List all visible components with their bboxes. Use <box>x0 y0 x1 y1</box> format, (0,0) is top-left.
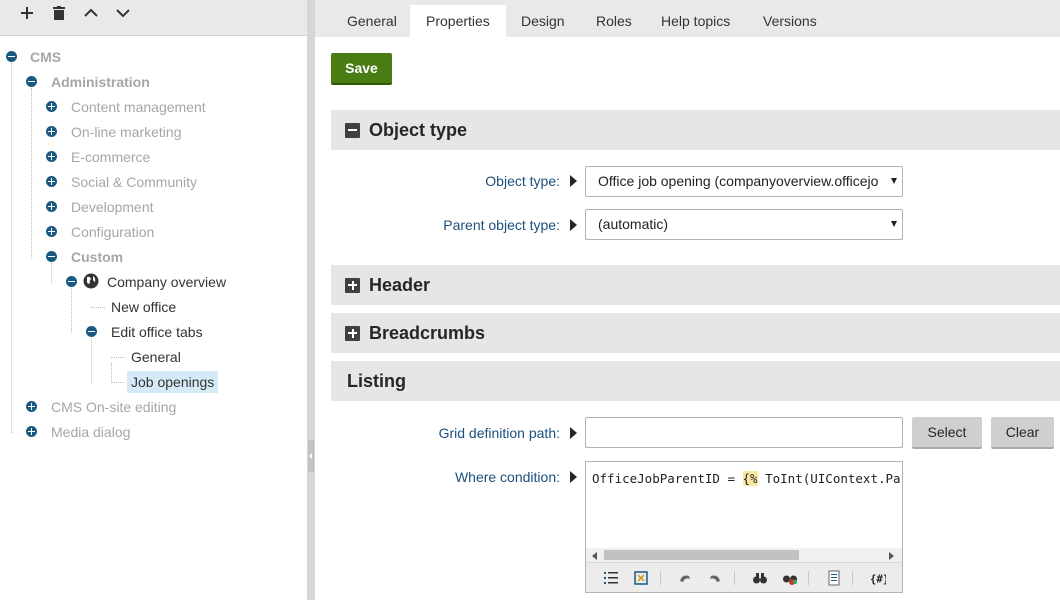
tree-node-online-marketing[interactable]: On-line marketing <box>71 121 182 143</box>
collapse-icon[interactable] <box>86 326 97 337</box>
grid-definition-path-input[interactable] <box>585 417 903 448</box>
panel-splitter[interactable] <box>307 0 315 600</box>
horizontal-scrollbar[interactable] <box>586 548 902 562</box>
dropdown-arrow-icon <box>891 221 897 227</box>
tree-node-cms-onsite-editing[interactable]: CMS On-site editing <box>51 396 176 418</box>
expand-icon[interactable] <box>26 401 37 412</box>
highlight-icon[interactable] <box>633 570 649 586</box>
collapse-section-icon[interactable] <box>345 123 360 138</box>
where-condition-editor[interactable]: OfficeJobParentID = {% ToInt(UIContext.P… <box>585 461 903 593</box>
expand-icon[interactable] <box>46 226 57 237</box>
section-title: Breadcrumbs <box>369 323 486 343</box>
tab-help-topics[interactable]: Help topics <box>645 5 746 37</box>
tree-node-development[interactable]: Development <box>71 196 154 218</box>
tree-view: CMS Administration Content management On… <box>0 37 307 600</box>
chevron-up-icon[interactable] <box>78 0 104 26</box>
expand-section-icon[interactable] <box>345 278 360 293</box>
tab-bar: General Properties Design Roles Help top… <box>315 0 1060 37</box>
select-button[interactable]: Select <box>912 417 982 449</box>
tree-node-media-dialog[interactable]: Media dialog <box>51 421 130 443</box>
breadcrumbs-section-header[interactable]: Breadcrumbs <box>331 313 1060 353</box>
scroll-right-icon[interactable] <box>889 552 894 560</box>
globe-icon <box>83 273 99 289</box>
svg-text:{#}: {#} <box>870 572 886 585</box>
tree-node-content-management[interactable]: Content management <box>71 96 206 118</box>
editor-toolbar: {#} <box>586 562 902 592</box>
save-button[interactable]: Save <box>331 53 392 85</box>
tree-node-administration[interactable]: Administration <box>51 71 150 93</box>
info-arrow-icon[interactable] <box>570 175 577 187</box>
tab-versions[interactable]: Versions <box>747 5 833 37</box>
tree-node-cms[interactable]: CMS <box>30 46 61 68</box>
tree-node-custom[interactable]: Custom <box>71 246 123 268</box>
expand-icon[interactable] <box>46 176 57 187</box>
redo-icon[interactable] <box>707 570 723 586</box>
collapse-icon[interactable] <box>46 251 57 262</box>
splitter-handle[interactable] <box>308 440 314 472</box>
collapse-icon[interactable] <box>6 51 17 62</box>
tab-design[interactable]: Design <box>505 5 581 37</box>
undo-icon[interactable] <box>677 570 693 586</box>
expand-icon[interactable] <box>46 151 57 162</box>
section-title: Object type <box>369 120 468 140</box>
info-arrow-icon[interactable] <box>570 471 577 483</box>
tree-node-ecommerce[interactable]: E-commerce <box>71 146 150 168</box>
tab-general[interactable]: General <box>331 5 413 37</box>
plus-icon[interactable] <box>14 0 40 26</box>
tree-node-company-overview[interactable]: Company overview <box>107 271 226 293</box>
properties-form: Save Object type Object type: Office job… <box>315 37 1060 600</box>
tree-node-general[interactable]: General <box>131 346 181 368</box>
header-section-header[interactable]: Header <box>331 265 1060 305</box>
trash-icon[interactable] <box>46 0 72 26</box>
document-icon[interactable] <box>826 570 842 586</box>
tree-panel: CMS Administration Content management On… <box>0 0 307 600</box>
grid-definition-path-label: Grid definition path: <box>438 425 560 441</box>
object-type-select[interactable]: Office job opening (companyoverview.offi… <box>585 166 903 197</box>
clear-button[interactable]: Clear <box>991 417 1054 449</box>
code-text[interactable]: OfficeJobParentID = {% ToInt(UIContext.P… <box>592 471 901 486</box>
line-numbers-icon[interactable] <box>603 570 619 586</box>
collapse-icon[interactable] <box>66 276 77 287</box>
expand-section-icon[interactable] <box>345 326 360 341</box>
tree-node-social-community[interactable]: Social & Community <box>71 171 197 193</box>
expand-icon[interactable] <box>46 201 57 212</box>
tree-node-job-openings[interactable]: Job openings <box>127 371 219 393</box>
chevron-down-icon[interactable] <box>110 0 136 26</box>
find-icon[interactable] <box>752 570 768 586</box>
tree-node-edit-office-tabs[interactable]: Edit office tabs <box>111 321 203 343</box>
find-replace-icon[interactable] <box>782 570 798 586</box>
info-arrow-icon[interactable] <box>570 219 577 231</box>
expand-icon[interactable] <box>26 426 37 437</box>
collapse-icon[interactable] <box>26 76 37 87</box>
object-type-label: Object type: <box>485 173 560 189</box>
section-title: Header <box>369 275 431 295</box>
macro-open-token: {% <box>742 471 758 486</box>
scrollbar-thumb[interactable] <box>604 550 799 560</box>
tab-roles[interactable]: Roles <box>580 5 648 37</box>
listing-section-header: Listing <box>331 361 1060 401</box>
parent-object-type-select[interactable]: (automatic) <box>585 209 903 240</box>
tree-node-configuration[interactable]: Configuration <box>71 221 154 243</box>
info-arrow-icon[interactable] <box>570 427 577 439</box>
where-condition-label: Where condition: <box>454 469 560 485</box>
object-type-section-header[interactable]: Object type <box>331 110 1060 150</box>
tree-toolbar <box>0 0 307 36</box>
expand-icon[interactable] <box>46 101 57 112</box>
tab-properties[interactable]: Properties <box>410 5 506 37</box>
expand-icon[interactable] <box>46 126 57 137</box>
parent-object-type-label: Parent object type: <box>443 217 560 233</box>
scroll-left-icon[interactable] <box>592 552 597 560</box>
section-title: Listing <box>347 371 406 391</box>
dropdown-arrow-icon <box>891 178 897 184</box>
insert-macro-icon[interactable]: {#} <box>870 570 886 586</box>
tree-node-new-office[interactable]: New office <box>111 296 176 318</box>
